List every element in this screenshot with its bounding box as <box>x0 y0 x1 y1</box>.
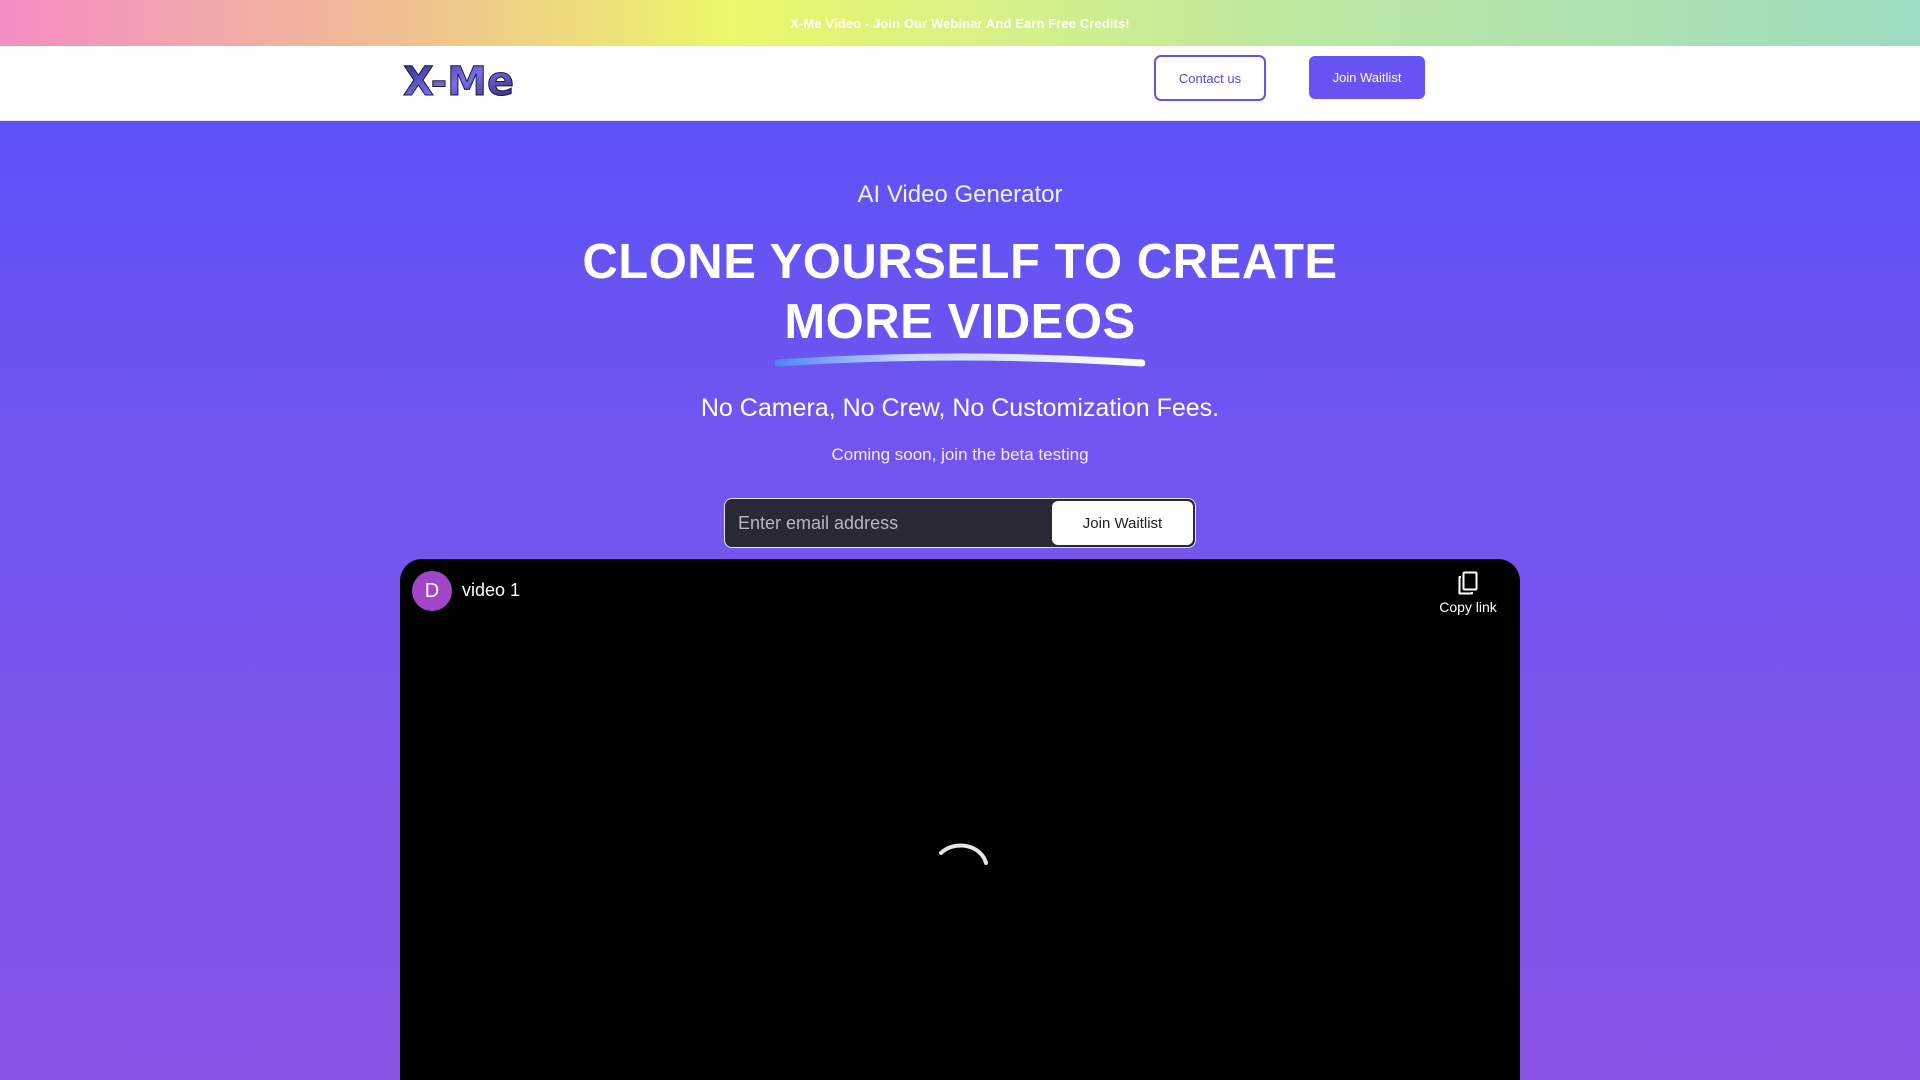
email-input[interactable] <box>725 499 1055 547</box>
headline-underline-swoosh <box>775 353 1145 367</box>
logo[interactable]: X-Me <box>401 58 521 105</box>
announcement-text[interactable]: X-Me Video - Join Our Webinar And Earn F… <box>790 16 1129 31</box>
hero-eyebrow: AI Video Generator <box>857 181 1063 208</box>
video-title[interactable]: video 1 <box>462 580 520 601</box>
hero-tagline: No Camera, No Crew, No Customization Fee… <box>700 394 1220 422</box>
navbar: X-Me Contact us Join Waitlist <box>0 46 1920 121</box>
headline-line-2: MORE VIDEOS <box>784 295 1136 349</box>
join-waitlist-nav-button[interactable]: Join Waitlist <box>1309 56 1425 99</box>
video-player[interactable]: D video 1 Copy link <box>400 559 1520 1080</box>
loading-spinner-icon <box>939 843 988 865</box>
announcement-bar[interactable]: X-Me Video - Join Our Webinar And Earn F… <box>0 0 1920 46</box>
join-waitlist-form-button[interactable]: Join Waitlist <box>1052 501 1193 545</box>
logo-text: X-Me <box>403 59 514 104</box>
hero-subtext: Coming soon, join the beta testing <box>831 445 1089 464</box>
copy-link-button[interactable]: Copy link <box>1436 571 1500 621</box>
contact-us-button[interactable]: Contact us <box>1154 55 1266 101</box>
headline-line-1: CLONE YOURSELF TO CREATE <box>582 235 1338 289</box>
waitlist-signup-form: Join Waitlist <box>724 498 1196 548</box>
hero-headline: CLONE YOURSELF TO CREATE MORE VIDEOS <box>0 232 1920 352</box>
copy-link-label: Copy link <box>1439 599 1497 615</box>
channel-avatar[interactable]: D <box>412 571 452 611</box>
copy-icon <box>1458 571 1478 595</box>
hero-section: AI Video Generator CLONE YOURSELF TO CRE… <box>0 121 1920 1080</box>
